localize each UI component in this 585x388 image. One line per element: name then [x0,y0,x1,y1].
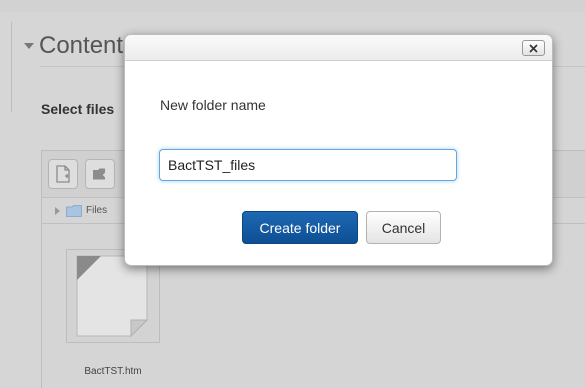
create-folder-icon [93,168,107,180]
left-divider [11,22,12,112]
section-title: Content [39,32,124,59]
add-file-button[interactable] [48,159,78,189]
dialog-header [125,35,552,61]
collapse-arrow-icon [24,43,34,49]
select-files-label: Select files [41,101,115,117]
folder-name-input[interactable] [159,149,457,181]
file-name-label: BactTST.htm [84,366,142,377]
cancel-button[interactable]: Cancel [366,211,441,244]
close-icon [529,43,538,53]
create-folder-submit-button[interactable]: Create folder [242,211,358,244]
create-folder-button[interactable] [85,159,115,189]
content-section-header[interactable]: Content [24,32,123,60]
add-file-icon [56,165,70,183]
folder-icon [66,204,82,217]
new-folder-name-label: New folder name [160,97,266,113]
path-label[interactable]: Files [86,205,107,216]
close-button[interactable] [522,40,545,56]
top-strip [0,0,585,12]
new-folder-dialog: New folder name Create folder Cancel [124,34,553,266]
expand-arrow-icon [55,206,60,215]
